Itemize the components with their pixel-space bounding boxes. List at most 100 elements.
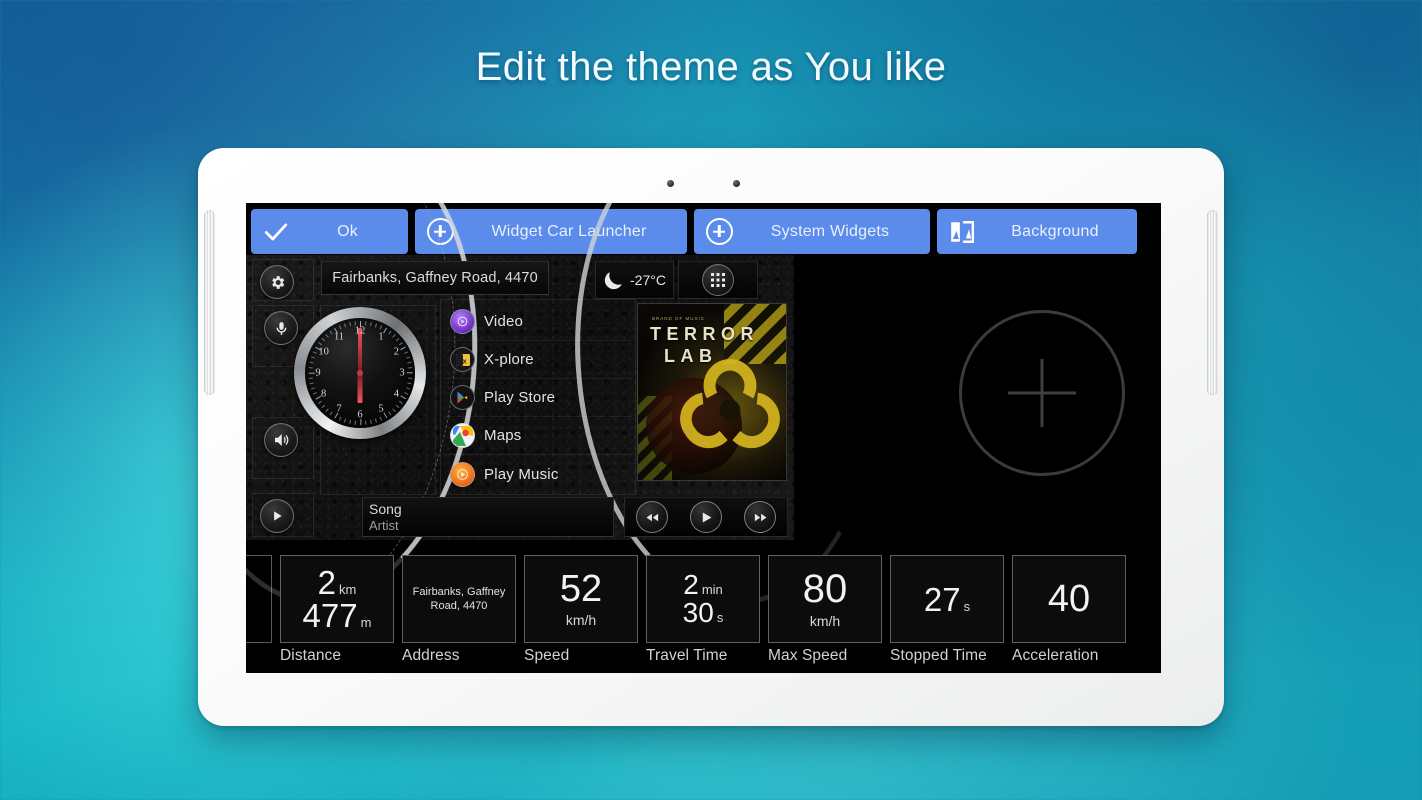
clock-tick [354, 420, 356, 425]
plus-circle-icon [694, 218, 744, 245]
album-title-line2: LAB [664, 346, 718, 366]
settings-gear-button[interactable] [260, 265, 294, 299]
clock-tick [321, 404, 326, 409]
voice-command-button[interactable] [264, 311, 298, 345]
clock-tick [309, 382, 314, 385]
app-list-item-xplore[interactable]: x X-plore [444, 341, 632, 379]
stat-value-sub: km/h [565, 612, 597, 628]
xplore-icon: x [450, 347, 475, 372]
clock-numeral: 12 [354, 325, 366, 337]
launcher-edit-canvas[interactable]: Fairbanks, Gaffney Road, 4470 -27°C 12 1… [246, 203, 1161, 673]
stat-card-max-speed[interactable]: 80 km/h Max Speed [768, 555, 882, 665]
clock-tick [400, 395, 407, 400]
clock-tick [388, 411, 392, 416]
stat-card-stopped-time[interactable]: 27 s Stopped Time [890, 555, 1004, 665]
widget-car-launcher-button[interactable]: Widget Car Launcher [415, 209, 687, 254]
app-label: Play Music [484, 465, 559, 483]
clock-tick [312, 351, 317, 354]
background-button[interactable]: Background [937, 209, 1137, 254]
app-list-item-play-store[interactable]: Play Store [444, 379, 632, 417]
clock-tick [374, 323, 378, 328]
clock-hour-hand [357, 373, 363, 403]
clock-tick [338, 416, 342, 421]
all-apps-cell[interactable] [678, 261, 758, 299]
media-player-bar: Song Artist [294, 497, 788, 537]
volume-button[interactable] [264, 423, 298, 457]
clock-tick [308, 372, 315, 374]
clock-tick [308, 377, 313, 379]
stat-card-address[interactable]: Fairbanks, Gaffney Road, 4470 Address [402, 555, 516, 665]
analog-clock-widget[interactable]: 12 1 2 3 4 5 6 7 8 9 10 11 [294, 307, 426, 439]
stat-caption: Acceleration [1012, 647, 1099, 664]
next-track-button[interactable] [744, 501, 776, 533]
clock-tick [329, 411, 333, 416]
app-list-item-play-music[interactable]: Play Music [444, 455, 632, 493]
stat-value-sub: km/h [809, 613, 841, 629]
play-circle-icon [274, 511, 282, 521]
apps-grid-button[interactable] [702, 264, 734, 296]
stat-card-body: Fairbanks, Gaffney Road, 4470 [402, 555, 516, 643]
add-widget-button[interactable] [959, 310, 1125, 476]
app-shortcut-list[interactable]: Video x X-plore Play Store Maps Play Mus… [444, 303, 632, 495]
app-list-item-maps[interactable]: Maps [444, 417, 632, 455]
now-playing-info[interactable]: Song Artist [362, 497, 614, 537]
app-label: Play Store [484, 389, 556, 406]
clock-tick [318, 400, 322, 404]
clock-tick [383, 412, 388, 419]
stat-value-top: 27 [923, 580, 961, 618]
clock-face: 12 1 2 3 4 5 6 7 8 9 10 11 [305, 318, 415, 428]
clock-tick [383, 327, 388, 334]
apps-grid-icon [711, 273, 725, 287]
system-widgets-button[interactable]: System Widgets [694, 209, 930, 254]
gear-icon [271, 275, 284, 289]
clock-tick [310, 356, 316, 359]
stat-card-distance[interactable]: 2 km 477 m Distance [280, 555, 394, 665]
clock-tick [408, 367, 413, 369]
page-title: Edit the theme as You like [475, 45, 947, 89]
sensor-dot [733, 180, 740, 187]
stat-value-bottom: 30 [682, 597, 714, 628]
clock-numeral: 3 [399, 367, 405, 379]
app-label: X-plore [484, 351, 534, 368]
clock-tick [349, 419, 352, 424]
edit-mode-toolbar: Ok Widget Car Launcher System Widgets Ba… [246, 203, 1161, 255]
weather-widget[interactable]: -27°C [595, 261, 674, 299]
clock-tick [360, 321, 362, 327]
rewind-icon [646, 513, 658, 521]
clock-tick [338, 325, 342, 330]
clock-tick [365, 420, 367, 425]
stat-card-speed[interactable]: 52 km/h Speed [524, 555, 638, 665]
stat-card-acceleration[interactable]: 40 Acceleration [1012, 555, 1126, 665]
clock-numeral: 4 [393, 388, 399, 400]
maps-icon [450, 423, 475, 448]
ok-button[interactable]: Ok [251, 209, 408, 254]
album-art-widget[interactable]: BRAND OF MUSIC TERROR LAB [637, 303, 787, 481]
stat-card-body [246, 555, 272, 643]
stat-card-travel-time[interactable]: 2 min 30 s Travel Time [646, 555, 760, 665]
speaker-grille-left [204, 210, 215, 395]
stat-card-clipped[interactable] [246, 555, 272, 643]
clock-numeral: 11 [333, 331, 345, 343]
app-list-item-video[interactable]: Video [444, 303, 632, 341]
media-play-toggle-button[interactable] [260, 499, 294, 533]
background-button-label: Background [1011, 222, 1099, 240]
current-address-field[interactable]: Fairbanks, Gaffney Road, 4470 [321, 261, 549, 295]
car-launcher-widget: Fairbanks, Gaffney Road, 4470 -27°C 12 1… [246, 203, 897, 630]
clock-tick [318, 342, 322, 346]
stat-caption: Address [402, 647, 460, 664]
clock-tick [379, 325, 383, 330]
clock-tick [399, 342, 403, 346]
tablet-screen: Ok Widget Car Launcher System Widgets Ba… [246, 203, 1161, 673]
clock-numeral: 9 [315, 367, 321, 379]
play-store-icon [450, 385, 475, 410]
clock-tick [388, 330, 392, 335]
clock-numeral: 2 [393, 346, 399, 358]
play-pause-button[interactable] [690, 501, 722, 533]
media-transport-controls [624, 497, 788, 537]
clock-tick [405, 356, 411, 359]
stat-value-bottom: 477 [302, 597, 358, 634]
previous-track-button[interactable] [636, 501, 668, 533]
song-artist: Artist [369, 518, 399, 533]
svg-text:x: x [462, 358, 466, 365]
stat-widget-row: 2 km 477 m Distance Fairbanks, Gaffney R… [246, 555, 1161, 673]
